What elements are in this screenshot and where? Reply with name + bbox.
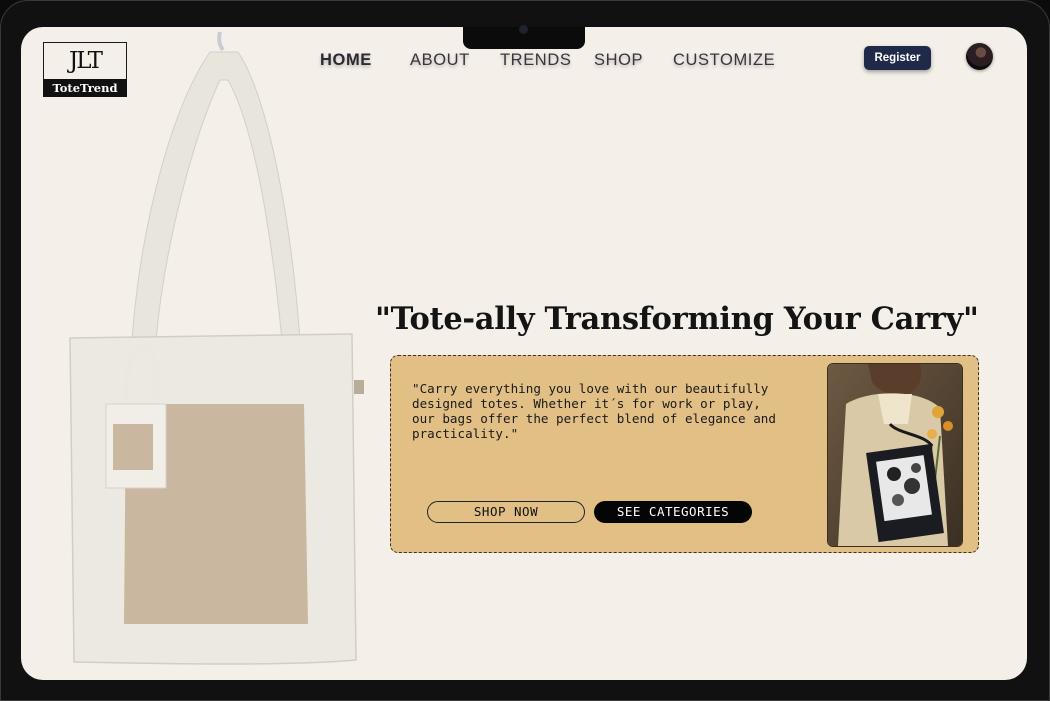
hook-shape	[217, 31, 225, 52]
bag-handles	[131, 51, 301, 341]
nav-customize[interactable]: CUSTOMIZE	[673, 51, 775, 70]
avatar[interactable]	[966, 43, 993, 70]
mini-bag-pocket	[113, 424, 153, 470]
register-button[interactable]: Register	[864, 46, 931, 70]
tote-bag-image	[69, 31, 364, 665]
hero-headline: "Tote-ally Transforming Your Carry"	[375, 301, 979, 337]
hero-description: "Carry everything you love with our beau…	[412, 381, 776, 441]
camera-icon	[520, 26, 527, 33]
bag-side-tab	[354, 380, 364, 394]
nav-shop[interactable]: SHOP	[594, 51, 643, 70]
logo-mark: JLT	[69, 48, 103, 74]
nav-about[interactable]: ABOUT	[410, 51, 470, 70]
see-categories-button[interactable]: SEE CATEGORIES	[594, 501, 752, 523]
shop-now-button[interactable]: SHOP NOW	[427, 501, 585, 523]
brand-logo[interactable]: JLT ToteTrend	[43, 42, 127, 97]
logo-name: ToteTrend	[43, 79, 127, 97]
nav-trends[interactable]: TRENDS	[500, 51, 571, 70]
model-photo	[827, 363, 963, 547]
nav-home[interactable]: HOME	[320, 51, 372, 70]
